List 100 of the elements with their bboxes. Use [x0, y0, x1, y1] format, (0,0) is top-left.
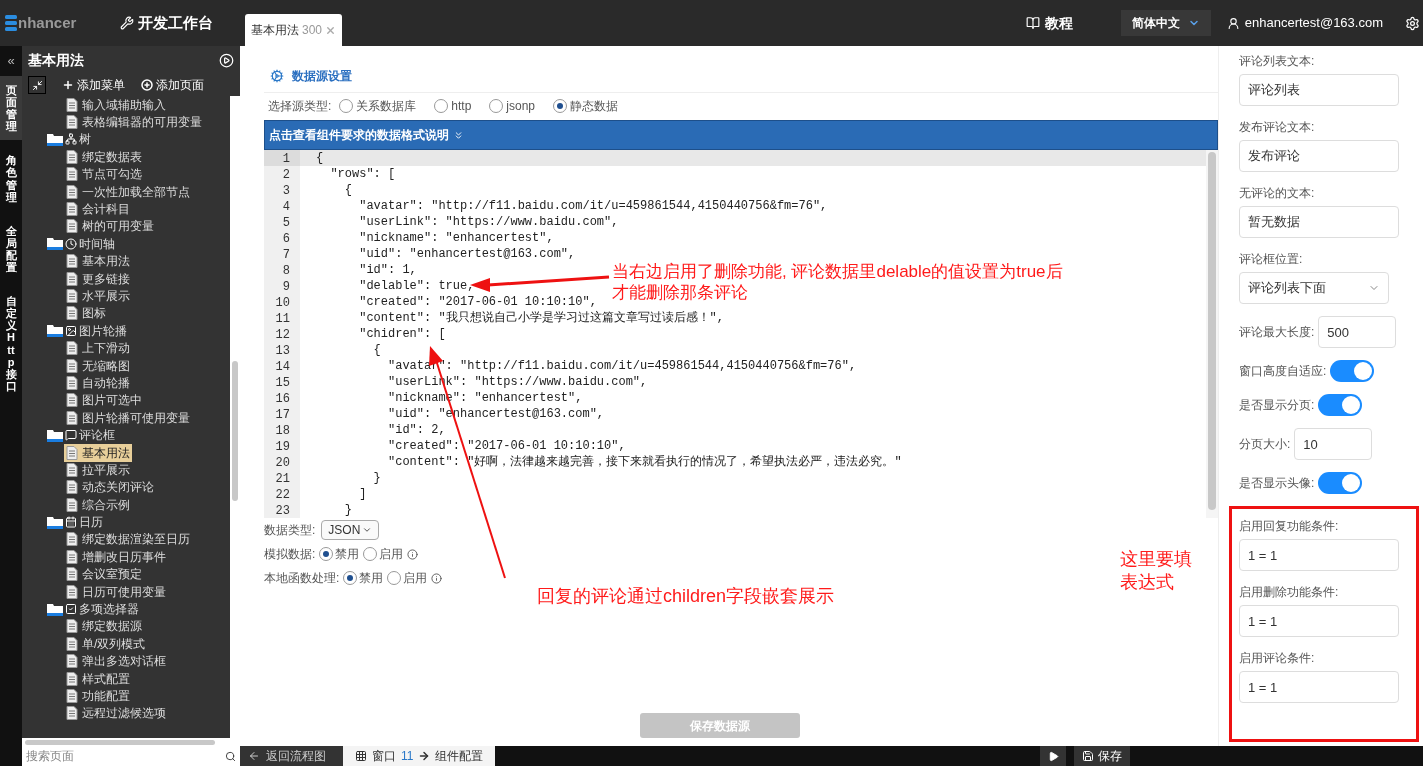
tree-item[interactable]: 功能配置	[64, 687, 132, 705]
radio-button[interactable]	[339, 98, 354, 113]
toggle-switch[interactable]	[1318, 472, 1363, 494]
tree-item[interactable]: 图标	[64, 304, 108, 323]
radio-button[interactable]	[363, 547, 378, 561]
close-icon[interactable]	[325, 24, 337, 36]
radio-button[interactable]	[387, 571, 402, 585]
tree-item[interactable]: 基本用法	[64, 252, 132, 271]
tree-item[interactable]: 输入域辅助输入	[64, 96, 168, 114]
document-icon	[66, 706, 78, 721]
save-button[interactable]: 保存	[1074, 746, 1130, 766]
text-field[interactable]: 暂无数据	[1239, 206, 1399, 238]
tree-item[interactable]: 图片轮播可使用变量	[64, 408, 192, 427]
tree-item[interactable]: 拉平展示	[64, 460, 132, 479]
radio-button[interactable]	[319, 547, 334, 561]
tree-item[interactable]: 弹出多选对话框	[64, 652, 168, 671]
tree-folder[interactable]: 图片轮播	[22, 322, 230, 340]
tree-item[interactable]: 动态关闭评论	[64, 478, 156, 497]
collapse-button[interactable]: «	[7, 46, 15, 76]
radio-label[interactable]: 静态数据	[570, 96, 619, 115]
tree-item[interactable]: 表格编辑器的可用变量	[64, 113, 204, 132]
tree-item[interactable]: 树的可用变量	[64, 217, 156, 236]
toggle-switch[interactable]	[1318, 394, 1363, 416]
shrink-icon	[31, 79, 43, 91]
window-label[interactable]: 窗口	[372, 747, 396, 765]
text-field[interactable]: 500	[1318, 316, 1397, 348]
page-tab[interactable]: 基本用法 300	[245, 14, 343, 46]
play-icon[interactable]	[219, 52, 234, 68]
info-icon[interactable]	[431, 572, 443, 584]
tree-item[interactable]: 单/双列模式	[64, 634, 148, 653]
tree-item[interactable]: 综合示例	[64, 495, 132, 514]
radio-label[interactable]: 禁用	[335, 545, 360, 563]
line-number: 5	[264, 214, 300, 230]
tree-item[interactable]: 远程过滤候选项	[64, 704, 168, 723]
sidebar-action[interactable]: 添加菜单	[62, 76, 125, 94]
tree-folder[interactable]: 时间轴	[22, 235, 230, 253]
tutorial-link[interactable]: 教程	[1025, 12, 1073, 34]
document-icon	[66, 480, 78, 495]
horizontal-scrollbar[interactable]	[22, 738, 240, 746]
code-line: "content": "好啊，法律越来越完善，接下来就看执行的情况了，希望执法必严，违法必究。"	[387, 454, 902, 471]
tree-item[interactable]: 样式配置	[64, 669, 132, 688]
radio-button[interactable]	[553, 98, 568, 113]
run-button[interactable]	[1040, 746, 1066, 766]
annotation-text: 当右边启用了删除功能, 评论数据里delable的值设置为true后 才能删除那条评论	[612, 261, 1063, 304]
radio-label[interactable]: 启用	[379, 545, 404, 563]
tree-folder[interactable]: 树	[22, 130, 230, 149]
arrow-right-icon	[418, 750, 431, 762]
scrollbar[interactable]	[1206, 150, 1218, 518]
tree-item[interactable]: 基本用法	[64, 443, 132, 462]
search-field[interactable]: 搜索页面	[22, 746, 240, 766]
tree-item[interactable]: 会议室预定	[64, 565, 144, 584]
line-number: 21	[264, 470, 300, 486]
radio-button[interactable]	[343, 571, 358, 585]
radio-label[interactable]: 启用	[403, 569, 428, 587]
language-select[interactable]: 简体中文	[1120, 10, 1211, 36]
collapse-tree-button[interactable]	[28, 76, 46, 94]
code-editor[interactable]	[264, 150, 1218, 518]
text-field[interactable]: 10	[1294, 428, 1373, 460]
radio-label[interactable]: 禁用	[359, 569, 384, 587]
radio-label[interactable]: http	[451, 96, 472, 115]
tree-item[interactable]: 上下滑动	[64, 339, 132, 358]
workbench-link[interactable]: 开发工作台	[120, 0, 243, 46]
text-field[interactable]: 1 = 1	[1239, 671, 1399, 703]
text-field[interactable]: 评论列表	[1239, 74, 1399, 106]
tree-item[interactable]: 水平展示	[64, 287, 132, 305]
tree-item[interactable]: 绑定数据源	[64, 617, 144, 636]
radio-label[interactable]: jsonp	[506, 96, 536, 115]
tree-item[interactable]: 图片可选中	[64, 391, 144, 410]
format-bar[interactable]: 点击查看组件要求的数据格式说明	[264, 120, 1218, 150]
tree-folder[interactable]: 评论框	[22, 426, 230, 444]
radio-button[interactable]	[489, 98, 504, 113]
text-field[interactable]: 发布评论	[1239, 140, 1399, 172]
text-field[interactable]: 1 = 1	[1239, 539, 1399, 571]
tree-item[interactable]: 增删改日历事件	[64, 547, 168, 566]
tree-item[interactable]: 会计科目	[64, 200, 132, 219]
user-menu[interactable]: enhancertest@163.com	[1226, 13, 1383, 33]
tree-item[interactable]: 日历可使用变量	[64, 582, 168, 601]
line-number: 4	[264, 198, 300, 214]
text-field[interactable]: 1 = 1	[1239, 605, 1399, 637]
tree-folder[interactable]: 多项选择器	[22, 600, 230, 618]
tree-item[interactable]: 无缩略图	[64, 356, 132, 375]
tree-item[interactable]: 一次性加载全部节点	[64, 182, 192, 201]
tree-item[interactable]: 节点可勾选	[64, 165, 144, 184]
dropdown[interactable]: 评论列表下面	[1239, 272, 1389, 304]
dropdown[interactable]: JSON	[321, 520, 380, 540]
tree-item[interactable]: 绑定数据渲染至日历	[64, 530, 192, 549]
back-button[interactable]: 返回流程图	[240, 746, 343, 766]
tree-item[interactable]: 绑定数据表	[64, 147, 144, 166]
document-icon	[66, 532, 78, 547]
tree-item[interactable]: 自动轮播	[64, 373, 132, 392]
radio-button[interactable]	[434, 98, 449, 113]
side-tab[interactable]: 页面管理	[0, 76, 22, 141]
sidebar-action[interactable]: 添加页面	[141, 76, 204, 94]
radio-label[interactable]: 关系数据库	[356, 96, 417, 115]
window-number[interactable]: 11	[401, 747, 414, 765]
tree-item[interactable]: 更多链接	[64, 269, 132, 288]
tree-folder[interactable]: 日历	[22, 513, 230, 531]
info-icon[interactable]	[407, 548, 419, 560]
toggle-switch[interactable]	[1330, 360, 1375, 382]
settings-icon[interactable]	[1405, 15, 1420, 31]
